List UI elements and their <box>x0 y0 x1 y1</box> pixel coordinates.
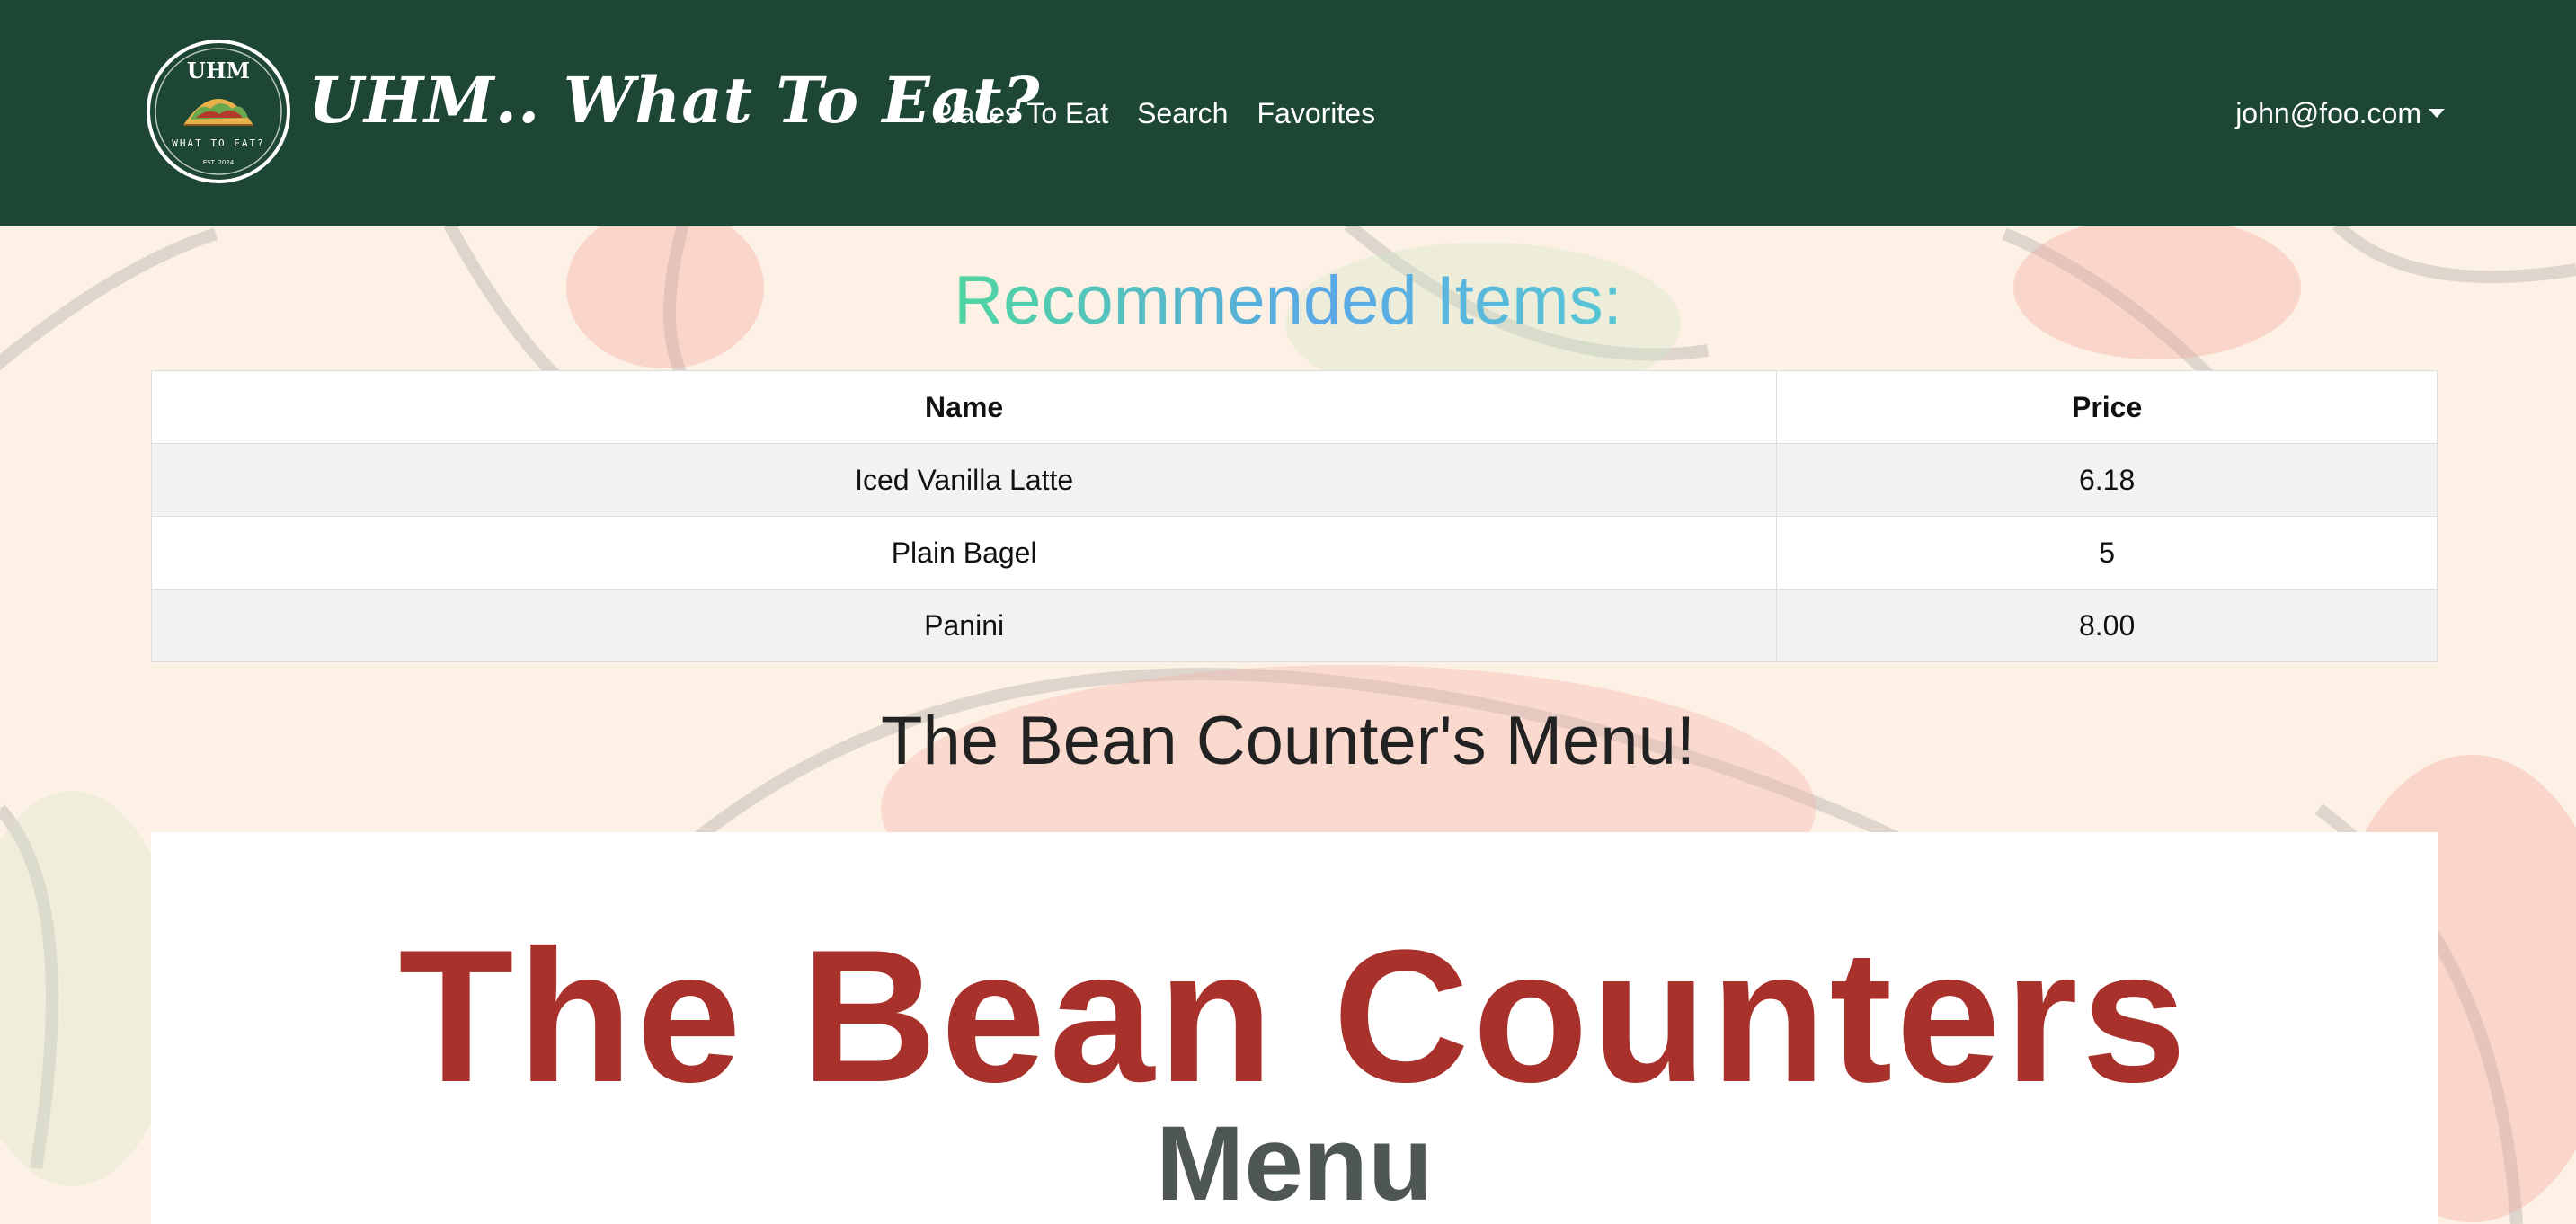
logo-bottom-text: WHAT TO EAT? <box>172 137 264 149</box>
table-row: Iced Vanilla Latte 6.18 <box>150 443 2438 517</box>
table-row: Plain Bagel 5 <box>150 516 2438 590</box>
item-name: Panini <box>150 589 1778 662</box>
table-header-row: Name Price <box>150 370 2438 444</box>
recommended-title: Recommended Items: <box>954 262 1622 339</box>
navbar: UHM WHAT TO EAT? EST. 2024 UHM.. What To… <box>0 0 2576 226</box>
user-dropdown[interactable]: john@foo.com <box>2235 92 2445 135</box>
table-row: Panini 8.00 <box>150 589 2438 662</box>
menu-heading: The Bean Counter's Menu! <box>881 703 1695 779</box>
menu-image: The Bean Counters Menu <box>151 832 2438 1224</box>
logo-taco-icon[interactable]: UHM WHAT TO EAT? EST. 2024 <box>146 39 291 184</box>
item-name: Iced Vanilla Latte <box>150 443 1778 517</box>
column-header-name: Name <box>150 370 1778 444</box>
item-price: 8.00 <box>1776 589 2438 662</box>
menu-image-subtitle: Menu <box>1155 1104 1434 1223</box>
menu-image-title: The Bean Counters <box>398 910 2190 1122</box>
item-price: 5 <box>1776 516 2438 590</box>
nav-link-favorites[interactable]: Favorites <box>1257 92 1375 135</box>
logo-top-text: UHM <box>187 58 250 84</box>
nav-link-search[interactable]: Search <box>1137 92 1228 135</box>
user-email: john@foo.com <box>2235 97 2421 129</box>
chevron-down-icon <box>2429 109 2445 118</box>
recommended-table: Name Price Iced Vanilla Latte 6.18 Plain… <box>150 370 2438 662</box>
nav-links: Places To Eat Search Favorites <box>933 92 1375 135</box>
item-name: Plain Bagel <box>150 516 1778 590</box>
brand-title[interactable]: UHM.. What To Eat? <box>308 56 1041 146</box>
column-header-price: Price <box>1776 370 2438 444</box>
nav-link-places-to-eat[interactable]: Places To Eat <box>933 92 1108 135</box>
logo-est-text: EST. 2024 <box>203 159 235 166</box>
item-price: 6.18 <box>1776 443 2438 517</box>
